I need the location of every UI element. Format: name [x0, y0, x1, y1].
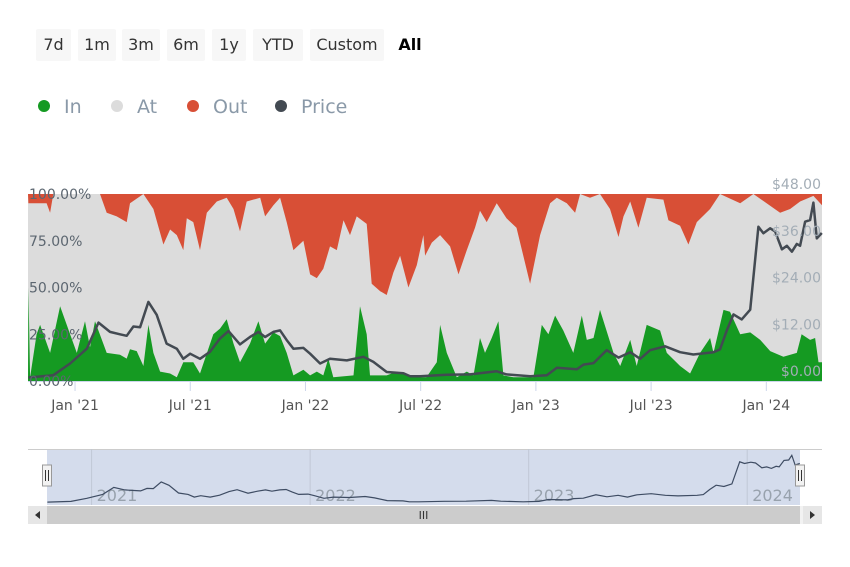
navigator-right-handle[interactable] — [795, 464, 805, 487]
x-tick-label: Jan '23 — [511, 398, 560, 414]
x-tick-label: Jan '22 — [281, 398, 330, 414]
y-left-tick-label: 25.00% — [29, 327, 82, 343]
scrollbar[interactable]: III — [28, 506, 822, 524]
x-tick-label: Jul '23 — [629, 398, 673, 414]
navigator-left-handle[interactable] — [42, 464, 52, 487]
navigator-year-label: 2021 — [97, 486, 138, 505]
chart: Jan '21 Jul '21 Jan '22 Jul '22 Jan '23 Jul '… — [28, 177, 823, 524]
x-tick-label: Jul '22 — [398, 398, 442, 414]
y-right-tick-label: $12.00 — [772, 317, 821, 333]
y-right-tick-label: $0.00 — [781, 364, 821, 380]
scrollbar-grip-icon: III — [419, 509, 429, 522]
y-left-tick-label: 100.00% — [29, 187, 91, 203]
x-tick-label: Jul '21 — [168, 398, 212, 414]
navigator-year-label: 2023 — [534, 486, 575, 505]
y-right-tick-label: $24.00 — [772, 271, 821, 287]
y-right-tick-label: $36.00 — [772, 224, 821, 240]
x-tick-label: Jan '21 — [50, 398, 99, 414]
y-left-tick-label: 0.00% — [29, 374, 73, 390]
navigator-year-label: 2022 — [315, 486, 356, 505]
y-left-tick-label: 50.00% — [29, 281, 82, 297]
y-right-tick-label: $48.00 — [772, 177, 821, 193]
x-tick-label: Jan '24 — [741, 398, 790, 414]
navigator-selection — [47, 450, 800, 505]
handle-body — [795, 464, 805, 487]
y-left-tick-label: 75.00% — [29, 234, 82, 250]
navigator-year-label: 2024 — [752, 486, 793, 505]
handle-body — [42, 464, 52, 487]
